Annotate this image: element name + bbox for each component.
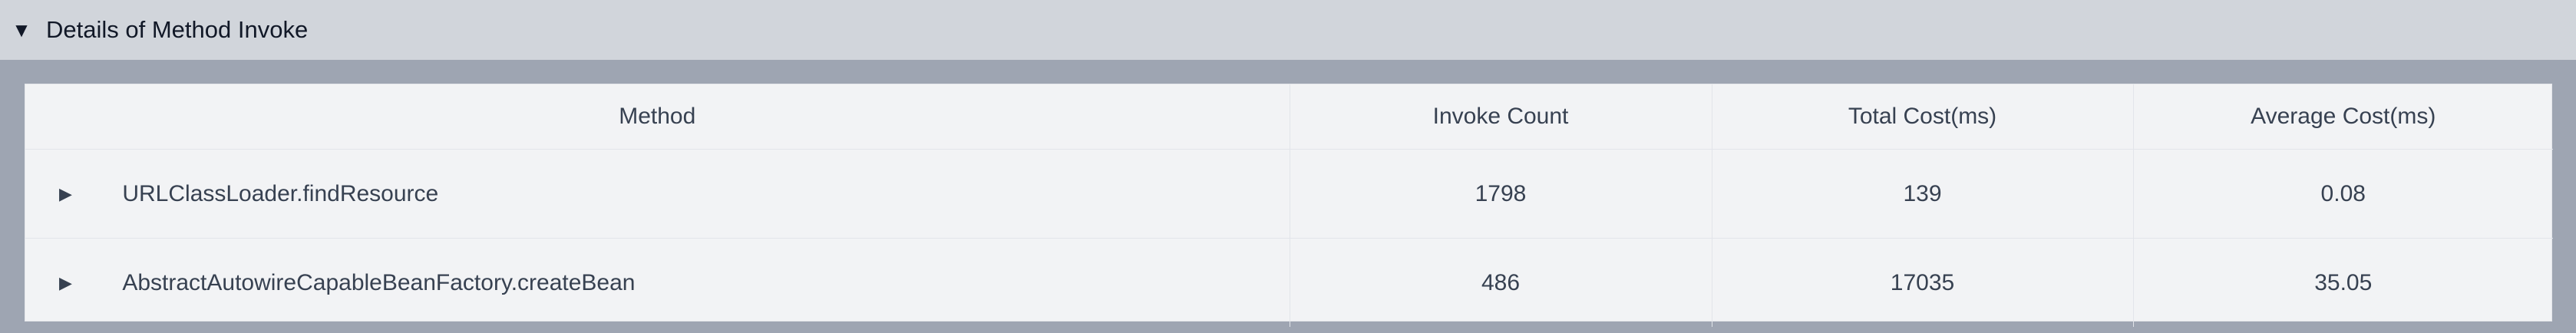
column-header-method: Method [25, 84, 1290, 150]
table-row[interactable]: ▶ URLClassLoader.findResource 1798 139 0… [25, 149, 2553, 239]
method-cell[interactable]: ▶ AbstractAutowireCapableBeanFactory.cre… [25, 238, 1290, 327]
method-name: AbstractAutowireCapableBeanFactory.creat… [122, 270, 636, 296]
average-cost-cell: 35.05 [2314, 269, 2373, 295]
column-header-total-cost: Total Cost(ms) [1712, 84, 2134, 150]
total-cost-cell: 139 [1712, 149, 2134, 239]
invoke-count-cell: 486 [1290, 238, 1712, 327]
collapse-triangle-icon[interactable]: ▼ [12, 18, 31, 41]
section-content: Method Invoke Count Total Cost(ms) Avera… [0, 60, 2576, 333]
table-header-row: Method Invoke Count Total Cost(ms) Avera… [25, 84, 2553, 150]
expand-triangle-icon[interactable]: ▶ [59, 273, 76, 293]
table-row[interactable]: ▶ AbstractAutowireCapableBeanFactory.cre… [25, 238, 2553, 327]
method-name: URLClassLoader.findResource [122, 181, 439, 207]
column-header-average-cost: Average Cost(ms) [2133, 84, 2553, 150]
section-title: Details of Method Invoke [46, 16, 309, 43]
column-header-invoke-count: Invoke Count [1290, 84, 1712, 150]
method-invoke-table: Method Invoke Count Total Cost(ms) Avera… [25, 84, 2553, 327]
average-cost-cell: 0.08 [2133, 149, 2553, 239]
total-cost-cell: 17035 [1712, 238, 2134, 327]
expand-triangle-icon[interactable]: ▶ [59, 184, 76, 204]
method-cell[interactable]: ▶ URLClassLoader.findResource [25, 149, 1290, 239]
section-header[interactable]: ▼ Details of Method Invoke [0, 0, 2576, 60]
invoke-count-cell: 1798 [1290, 149, 1712, 239]
